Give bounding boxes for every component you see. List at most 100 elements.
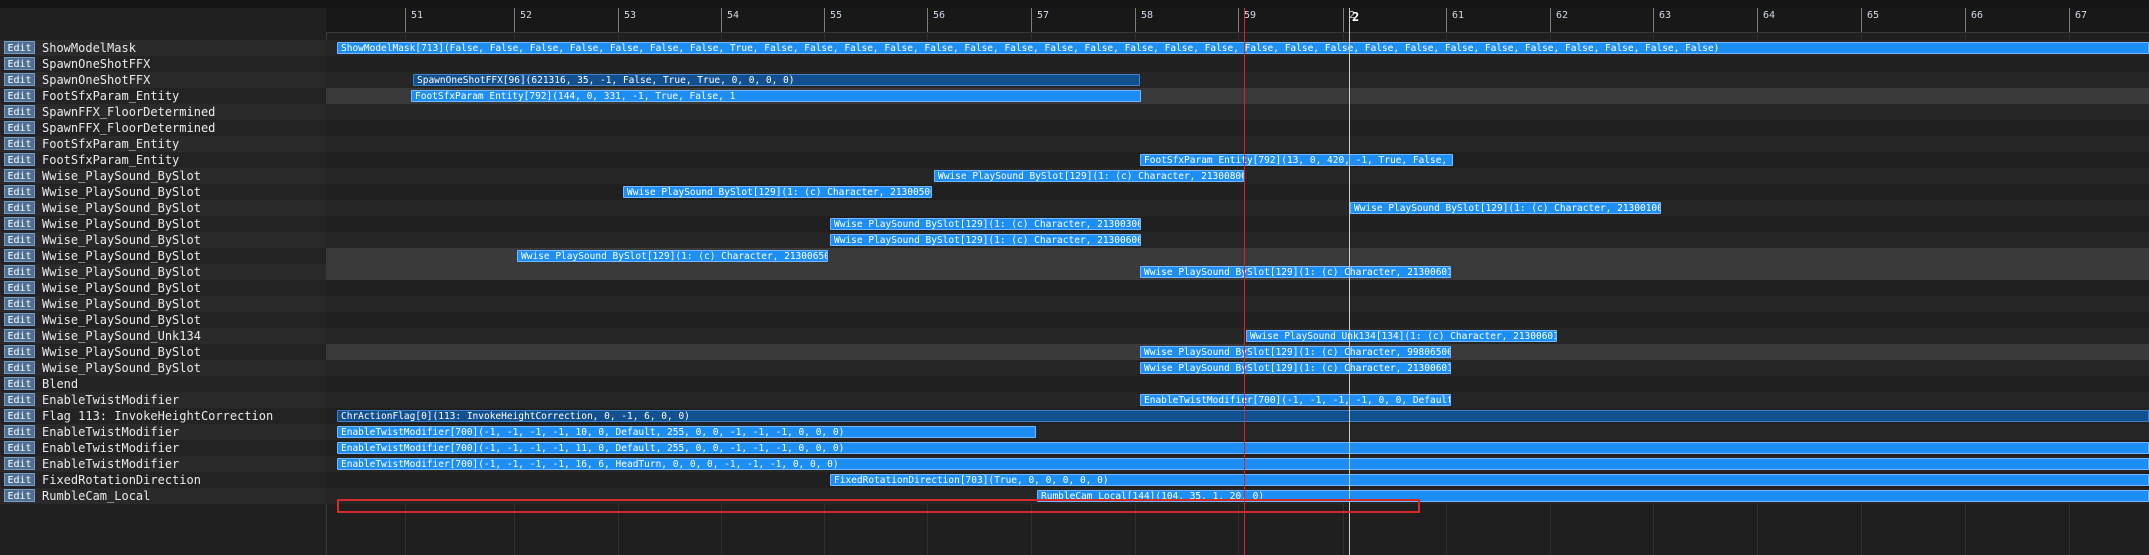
track-name: Wwise_PlaySound_BySlot <box>42 313 201 327</box>
ruler-tick-label: 61 <box>1452 10 1465 21</box>
event-bar[interactable]: Wwise_PlaySound_BySlot[129](1: (c) Chara… <box>1140 362 1451 374</box>
timeline-track[interactable] <box>326 200 2149 216</box>
edit-button[interactable]: Edit <box>4 73 35 86</box>
event-bar[interactable]: Wwise_PlaySound_BySlot[129](1: (c) Chara… <box>830 234 1141 246</box>
event-bar[interactable]: EnableTwistModifier[700](-1, -1, -1, -1,… <box>337 426 1036 438</box>
ruler-tick-label: 59 <box>1244 10 1257 21</box>
event-bar[interactable]: Wwise_PlaySound_BySlot[129](1: (c) Chara… <box>1350 202 1661 214</box>
timeline-track[interactable] <box>326 120 2149 136</box>
timeline-track[interactable] <box>326 216 2149 232</box>
timeline-track[interactable] <box>326 136 2149 152</box>
edit-button[interactable]: Edit <box>4 281 35 294</box>
edit-button[interactable]: Edit <box>4 313 35 326</box>
timeline-track[interactable] <box>326 184 2149 200</box>
selection-rectangle[interactable] <box>337 499 1420 513</box>
edit-button[interactable]: Edit <box>4 169 35 182</box>
ruler-tick-label: 52 <box>520 10 533 21</box>
ruler-tick-label: 55 <box>830 10 843 21</box>
track-name: Wwise_PlaySound_BySlot <box>42 233 201 247</box>
event-bar[interactable]: ShowModelMask[713](False, False, False, … <box>337 42 2149 54</box>
event-bar[interactable]: EnableTwistModifier[700](-1, -1, -1, -1,… <box>337 442 2149 454</box>
ruler-tick-line <box>1965 8 1966 32</box>
edit-button[interactable]: Edit <box>4 361 35 374</box>
event-bar[interactable]: Wwise_PlaySound_BySlot[129](1: (c) Chara… <box>830 218 1141 230</box>
edit-button[interactable]: Edit <box>4 329 35 342</box>
playhead-marker[interactable] <box>1244 8 1245 555</box>
timeline-track[interactable] <box>326 296 2149 312</box>
edit-button[interactable]: Edit <box>4 457 35 470</box>
timeline-track[interactable] <box>326 376 2149 392</box>
edit-button[interactable]: Edit <box>4 345 35 358</box>
track-name: Wwise_PlaySound_BySlot <box>42 201 201 215</box>
event-bar[interactable]: Wwise_PlaySound_BySlot[129](1: (c) Chara… <box>934 170 1244 182</box>
ruler-tick-line <box>1757 8 1758 32</box>
ruler-tick-line <box>2069 8 2070 32</box>
track-name: Wwise_PlaySound_Unk134 <box>42 329 201 343</box>
timeline-track[interactable] <box>326 232 2149 248</box>
track-name: Wwise_PlaySound_BySlot <box>42 249 201 263</box>
edit-button[interactable]: Edit <box>4 89 35 102</box>
edit-button[interactable]: Edit <box>4 57 35 70</box>
timeline-track[interactable] <box>326 280 2149 296</box>
track-name: RumbleCam_Local <box>42 489 151 503</box>
timeline-editor: 51 52 53 54 55 56 57 58 59 2 61 62 63 64 65 66 67 Edit Sho… <box>0 0 2149 555</box>
edit-button[interactable]: Edit <box>4 441 35 454</box>
edit-button[interactable]: Edit <box>4 233 35 246</box>
edit-button[interactable]: Edit <box>4 137 35 150</box>
ruler-tick-line <box>618 8 619 32</box>
timeline-track[interactable] <box>326 312 2149 328</box>
track-name: EnableTwistModifier <box>42 393 180 407</box>
edit-button[interactable]: Edit <box>4 105 35 118</box>
event-bar[interactable]: FootSfxParam_Entity[792](144, 0, 331, -1… <box>411 90 1141 102</box>
event-bar[interactable]: Wwise_PlaySound_BySlot[129](1: (c) Chara… <box>517 250 828 262</box>
edit-button[interactable]: Edit <box>4 121 35 134</box>
event-bar[interactable]: FootSfxParam_Entity[792](13, 0, 420, -1,… <box>1140 154 1453 166</box>
edit-button[interactable]: Edit <box>4 249 35 262</box>
track-name: EnableTwistModifier <box>42 441 180 455</box>
ruler-tick-label: 51 <box>411 10 424 21</box>
edit-button[interactable]: Edit <box>4 265 35 278</box>
track-name: SpawnFFX_FloorDetermined <box>42 121 216 135</box>
timeline-track[interactable] <box>326 104 2149 120</box>
edit-button[interactable]: Edit <box>4 377 35 390</box>
ruler-tick-line <box>721 8 722 32</box>
event-bar[interactable]: SpawnOneShotFFX[96](621316, 35, -1, Fals… <box>413 74 1140 86</box>
track-name: Wwise_PlaySound_BySlot <box>42 281 201 295</box>
edit-button[interactable]: Edit <box>4 41 35 54</box>
event-bar[interactable]: ChrActionFlag[0](113: InvokeHeightCorrec… <box>337 410 2149 422</box>
event-bar[interactable]: FixedRotationDirection[703](True, 0, 0, … <box>830 474 2149 486</box>
track-name: ShowModelMask <box>42 41 136 55</box>
ruler-tick-line <box>1446 8 1447 32</box>
edit-button[interactable]: Edit <box>4 185 35 198</box>
event-bar[interactable]: Wwise_PlaySound_Unk134[134](1: (c) Chara… <box>1246 330 1557 342</box>
edit-button[interactable]: Edit <box>4 201 35 214</box>
track-name: Flag 113: InvokeHeightCorrection <box>42 409 274 423</box>
ruler-tick-label: 54 <box>727 10 740 21</box>
ruler-tick-line <box>927 8 928 32</box>
edit-button[interactable]: Edit <box>4 297 35 310</box>
timeline-track[interactable] <box>326 328 2149 344</box>
ruler-tick-label: 67 <box>2075 10 2088 21</box>
ruler-tick-label: 62 <box>1556 10 1569 21</box>
track-name: Wwise_PlaySound_BySlot <box>42 265 201 279</box>
timeline-track[interactable] <box>326 56 2149 72</box>
edit-button[interactable]: Edit <box>4 217 35 230</box>
track-name: Wwise_PlaySound_BySlot <box>42 361 201 375</box>
edit-button[interactable]: Edit <box>4 425 35 438</box>
track-name: FixedRotationDirection <box>42 473 201 487</box>
edit-button[interactable]: Edit <box>4 473 35 486</box>
ruler-tick-label: 63 <box>1659 10 1672 21</box>
event-bar[interactable]: Wwise_PlaySound_BySlot[129](1: (c) Chara… <box>1140 346 1451 358</box>
ruler-tick-label: 65 <box>1867 10 1880 21</box>
ruler-tick-line <box>1861 8 1862 32</box>
event-bar[interactable]: EnableTwistModifier[700](-1, -1, -1, -1,… <box>337 458 2149 470</box>
edit-button[interactable]: Edit <box>4 409 35 422</box>
event-bar[interactable]: Wwise_PlaySound_BySlot[129](1: (c) Chara… <box>623 186 932 198</box>
edit-button[interactable]: Edit <box>4 489 35 502</box>
edit-button[interactable]: Edit <box>4 153 35 166</box>
event-bar[interactable]: EnableTwistModifier[700](-1, -1, -1, -1,… <box>1140 394 1451 406</box>
event-bar[interactable]: Wwise_PlaySound_BySlot[129](1: (c) Chara… <box>1140 266 1451 278</box>
track-name: Wwise_PlaySound_BySlot <box>42 297 201 311</box>
edit-button[interactable]: Edit <box>4 393 35 406</box>
ruler-tick-line <box>1343 8 1344 32</box>
